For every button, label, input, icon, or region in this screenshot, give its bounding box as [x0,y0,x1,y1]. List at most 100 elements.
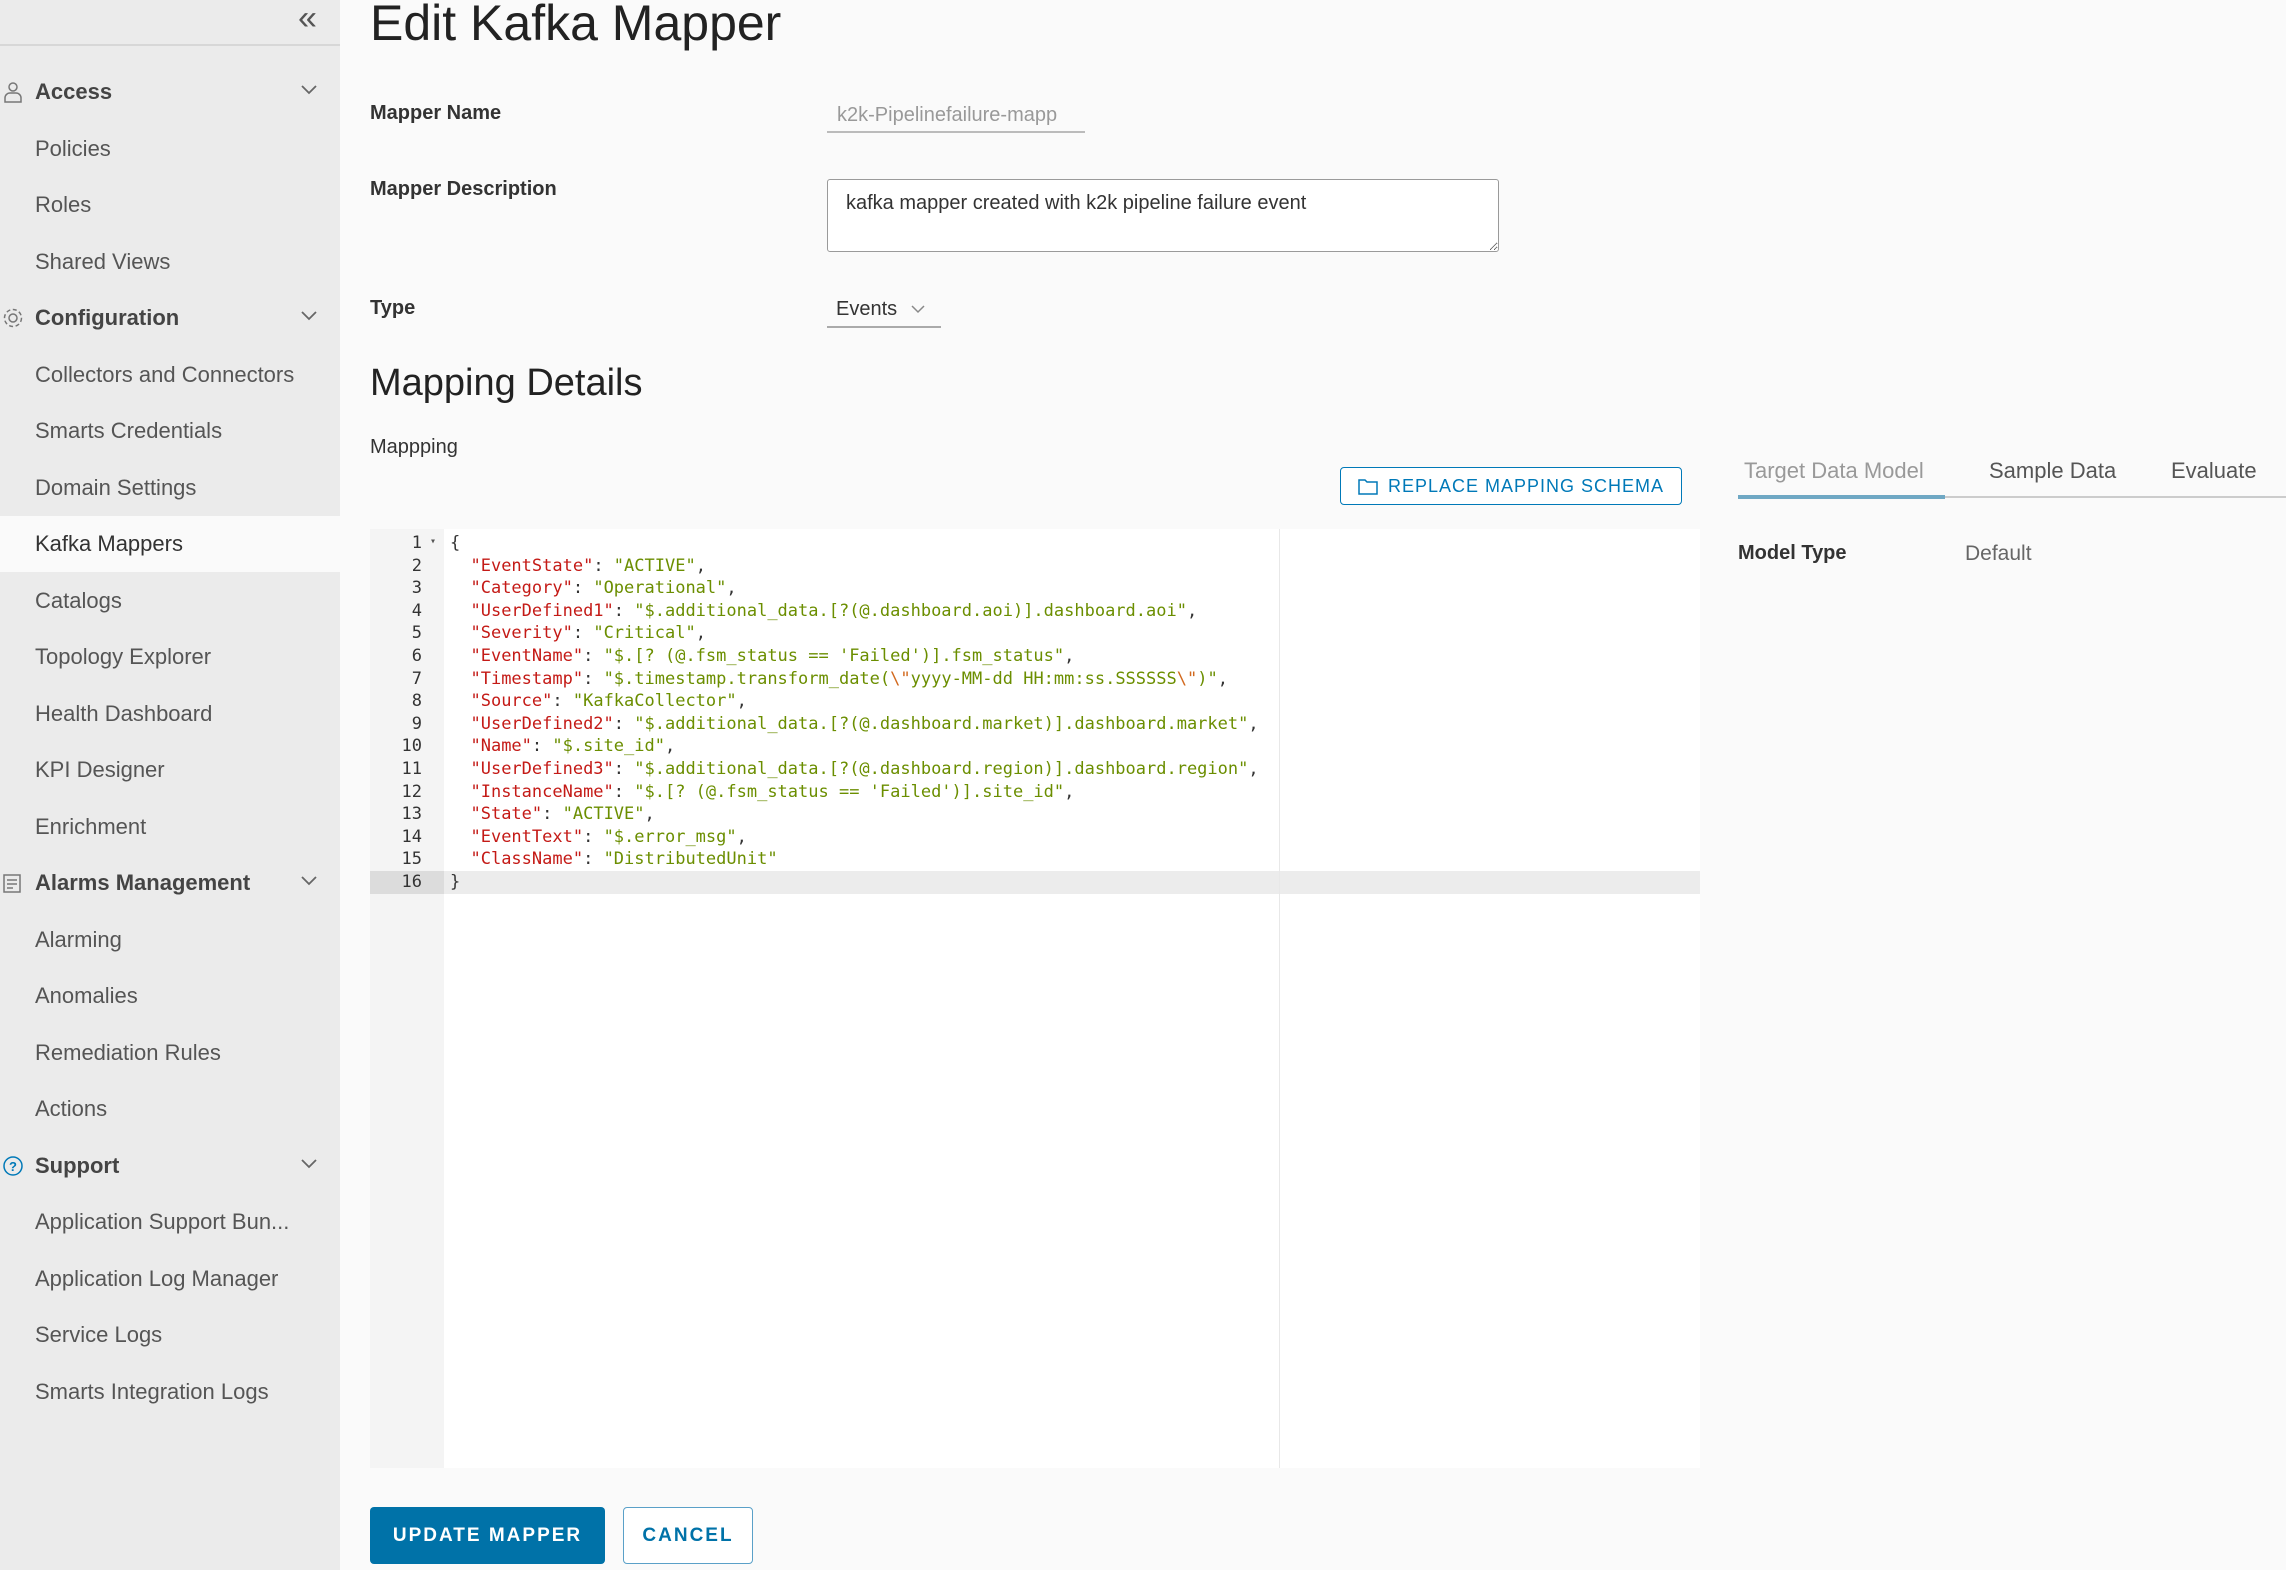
sidebar-item-kafka-mappers[interactable]: Kafka Mappers [0,516,340,572]
sidebar-item-roles[interactable]: Roles [0,177,340,233]
sidebar-item-policies[interactable]: Policies [0,121,340,177]
model-type-label: Model Type [1738,542,1847,564]
cancel-button[interactable]: CANCEL [623,1507,753,1564]
sidebar-item-catalogs[interactable]: Catalogs [0,573,340,629]
sidebar-header: « [0,0,340,46]
code-line: "Category": "Operational", [470,578,737,599]
sidebar-item-smarts-integration-logs[interactable]: Smarts Integration Logs [0,1364,340,1420]
code-line: "UserDefined1": "$.additional_data.[?(@.… [470,600,1198,621]
sidebar-item-label: Enrichment [35,813,147,839]
sidebar-item-enrichment[interactable]: Enrichment [0,799,340,855]
mapping-details-heading: Mapping Details [370,362,643,404]
tabs: Target Data Model Sample Data Evaluate [1738,450,2286,499]
tab-target-data-model[interactable]: Target Data Model [1744,458,1924,484]
type-select[interactable]: Events [827,292,941,328]
folder-icon [1358,479,1378,495]
mapper-description-label: Mapper Description [370,178,557,200]
replace-mapping-schema-button[interactable]: REPLACE MAPPING SCHEMA [1340,467,1682,505]
sidebar-item-application-log-manager[interactable]: Application Log Manager [0,1251,340,1307]
line-number: 7 [411,668,422,689]
user-icon [4,82,22,103]
sidebar-item-label: Application Support Bun... [35,1209,290,1234]
code-line: "ClassName": "DistributedUnit" [470,849,778,870]
sidebar-item-label: Health Dashboard [35,700,213,726]
line-number: 3 [411,578,422,599]
sidebar-item-label: Access [35,79,113,104]
mapper-name-input[interactable] [827,100,1085,133]
mapping-label: Mappping [370,436,458,458]
mapping-code-editor[interactable]: 1{2 "EventState": "ACTIVE", 3 "Category":… [370,529,1700,1468]
main-content: Edit Kafka Mapper Mapper Name Mapper Des… [370,0,2286,1570]
alarm-list-icon [3,874,21,893]
sidebar-item-label: Smarts Credentials [35,418,223,443]
sidebar-group-configuration[interactable]: Configuration [0,290,340,346]
sidebar-item-label: Kafka Mappers [35,531,183,556]
tab-sample-data[interactable]: Sample Data [1989,458,2116,484]
code-line: "State": "ACTIVE", [470,804,655,825]
sidebar-item-service-logs[interactable]: Service Logs [0,1307,340,1363]
svg-text:?: ? [9,1159,17,1174]
sidebar-item-topology-explorer[interactable]: Topology Explorer [0,629,340,685]
sidebar-item-label: Collectors and Connectors [35,361,295,387]
active-tab-indicator [1738,495,1945,499]
sidebar-item-collectors-and-connectors[interactable]: Collectors and Connectors [0,347,340,403]
code-line: "InstanceName": "$.[? (@.fsm_status == '… [470,781,1075,802]
chevron-down-icon[interactable] [298,304,320,326]
chevron-down-icon[interactable] [298,1152,320,1174]
sidebar-item-remediation-rules[interactable]: Remediation Rules [0,1025,340,1081]
tab-evaluate[interactable]: Evaluate [2171,458,2257,484]
sidebar-group-access[interactable]: Access [0,64,340,120]
replace-mapping-schema-label: REPLACE MAPPING SCHEMA [1387,475,1665,496]
gear-icon [3,308,23,328]
sidebar-group-support[interactable]: ? Support [0,1138,340,1194]
sidebar-item-application-support-bun[interactable]: Application Support Bun... [0,1194,340,1250]
type-value: Events [836,297,898,320]
code-line: "EventState": "ACTIVE", [470,555,706,576]
sidebar-group-alarms-management[interactable]: Alarms Management [0,855,340,911]
sidebar-item-health-dashboard[interactable]: Health Dashboard [0,686,340,742]
help-icon: ? [3,1155,23,1176]
line-number: 12 [401,781,422,802]
sidebar-item-label: Remediation Rules [35,1039,221,1065]
collapse-sidebar-icon[interactable]: « [298,0,317,36]
update-mapper-button[interactable]: UPDATE MAPPER [370,1507,605,1564]
sidebar-item-label: Roles [35,192,92,217]
sidebar-item-label: Catalogs [35,587,122,613]
sidebar-item-alarming[interactable]: Alarming [0,912,340,968]
sidebar-item-label: Shared Views [35,248,171,274]
sidebar-item-domain-settings[interactable]: Domain Settings [0,460,340,516]
sidebar-item-label: Alarms Management [35,870,251,895]
line-number: 15 [401,849,422,870]
chevron-down-icon[interactable] [298,869,320,891]
fold-toggle-icon[interactable]: ▾ [430,536,436,547]
sidebar-item-label: Anomalies [35,983,138,1008]
sidebar-item-label: Service Logs [35,1322,163,1347]
line-number: 8 [411,691,422,712]
line-number: 9 [411,713,422,734]
line-number: 16 [370,871,444,894]
sidebar-item-actions[interactable]: Actions [0,1081,340,1137]
sidebar-item-anomalies[interactable]: Anomalies [0,968,340,1024]
code-line: "Severity": "Critical", [470,623,706,644]
sidebar-item-kpi-designer[interactable]: KPI Designer [0,742,340,798]
line-number: 13 [401,804,422,825]
page-title: Edit Kafka Mapper [370,0,782,51]
mapper-description-textarea[interactable]: kafka mapper created with k2k pipeline f… [827,179,1499,252]
sidebar-item-label: Policies [35,135,111,161]
print-margin [1279,529,1280,1468]
code-line: "EventText": "$.error_msg", [470,826,747,847]
active-line-highlight [370,871,1700,894]
code-line: "Source": "KafkaCollector", [470,691,747,712]
line-number: 10 [401,736,422,757]
line-number: 6 [411,646,422,666]
sidebar-item-smarts-credentials[interactable]: Smarts Credentials [0,403,340,459]
line-number: 11 [401,759,422,779]
sidebar-item-label: Smarts Integration Logs [35,1378,269,1404]
mapper-name-label: Mapper Name [370,102,502,124]
sidebar-item-label: Alarming [35,926,122,952]
sidebar-item-shared-views[interactable]: Shared Views [0,234,340,290]
chevron-down-icon[interactable] [298,78,320,100]
chevron-down-icon [911,305,925,314]
line-number: 5 [411,623,422,644]
model-type-value: Default [1965,542,2032,565]
